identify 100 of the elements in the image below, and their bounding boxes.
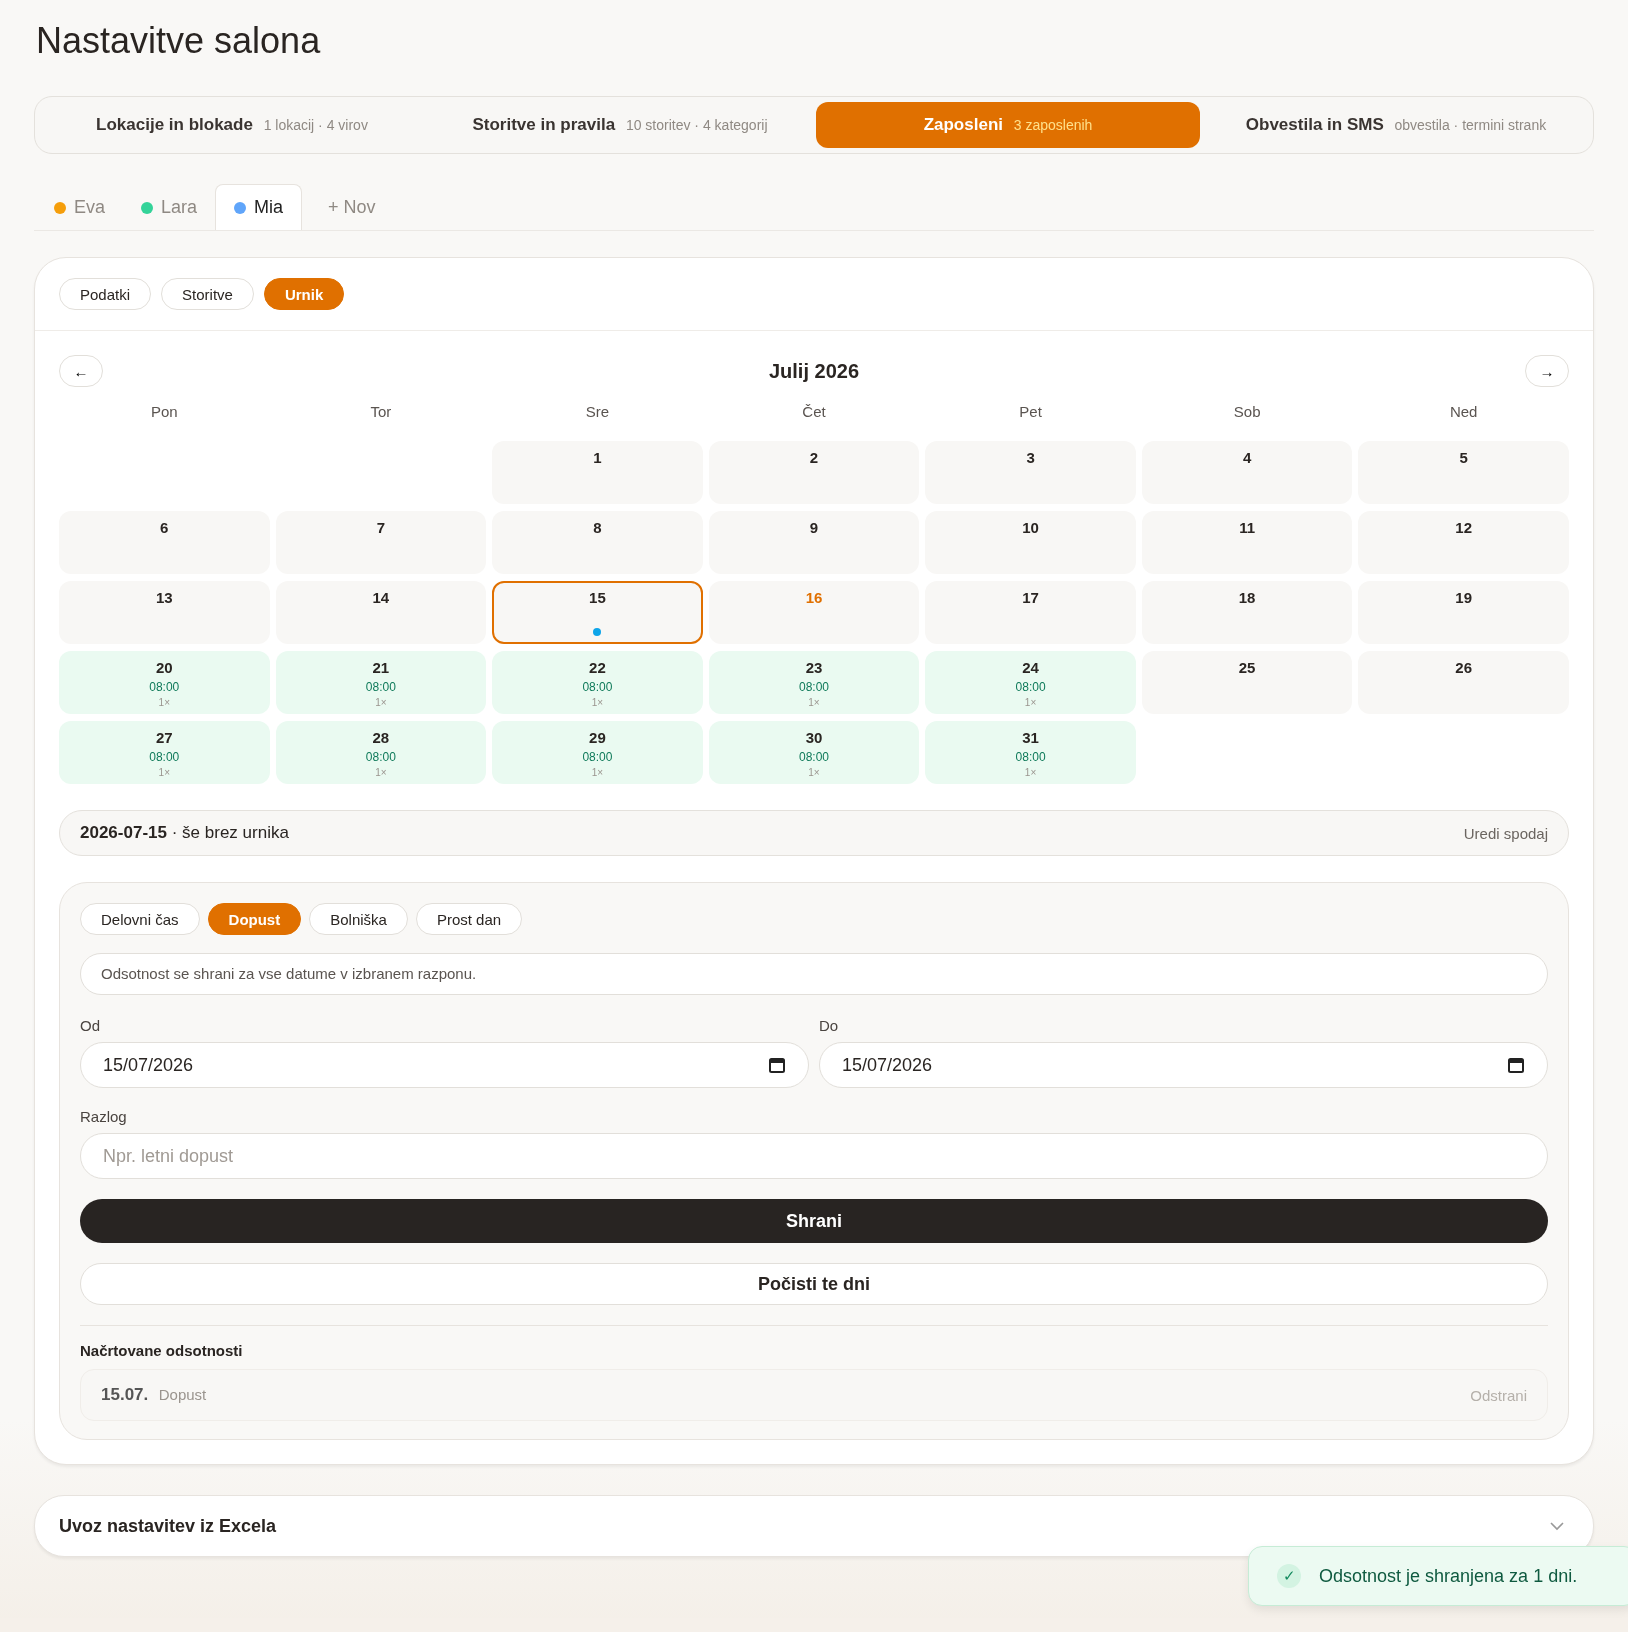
absence-type-tab[interactable]: Prost dan xyxy=(415,903,523,935)
calendar-day[interactable]: 28 08:00 1× xyxy=(275,721,487,784)
calendar-day[interactable]: 21 08:00 1× xyxy=(275,651,487,714)
calendar-day[interactable]: 7 xyxy=(275,511,487,574)
calendar-day[interactable]: 20 08:00 1× xyxy=(59,651,270,714)
absence-type: Dopust xyxy=(158,1386,207,1403)
day-number: 28 xyxy=(372,729,390,746)
calendar-day[interactable]: 6 xyxy=(59,511,270,574)
clear-days-button[interactable]: Počisti te dni xyxy=(80,1263,1548,1305)
calendar-day[interactable]: 31 08:00 1× xyxy=(925,721,1136,784)
reason-field[interactable]: Npr. letni dopust xyxy=(80,1133,1548,1179)
field-label: Razlog xyxy=(80,1108,128,1125)
calendar-day[interactable]: 13 xyxy=(59,581,270,644)
day-number: 2 xyxy=(809,449,819,466)
calendar-day[interactable]: 10 xyxy=(925,511,1136,574)
date-field[interactable]: 15/07/2026 xyxy=(80,1042,809,1088)
calendar-day[interactable]: 29 08:00 1× xyxy=(492,721,703,784)
day-status: · še brez urnika xyxy=(171,823,289,842)
calendar-day[interactable]: 2 xyxy=(708,441,920,504)
shift-time: 08:00 xyxy=(365,680,396,694)
day-number: 20 xyxy=(155,659,173,676)
calendar-day[interactable]: 12 xyxy=(1358,511,1569,574)
day-number: 27 xyxy=(155,729,173,746)
day-number: 25 xyxy=(1238,659,1256,676)
shift-count: 1× xyxy=(1024,697,1037,708)
calendar-day[interactable]: 24 08:00 1× xyxy=(925,651,1136,714)
calendar-day[interactable]: 30 08:00 1× xyxy=(708,721,920,784)
day-number: 11 xyxy=(1239,519,1256,536)
section-tab[interactable]: Lokacije in blokade 1 lokacij · 4 virov xyxy=(40,102,424,148)
previous-month-button[interactable]: ← xyxy=(59,355,103,387)
calendar-day[interactable]: 23 08:00 1× xyxy=(708,651,920,714)
absence-date: 15.07. xyxy=(101,1385,149,1404)
calendar-day[interactable]: 14 xyxy=(275,581,487,644)
shift-time: 08:00 xyxy=(798,750,829,764)
calendar-day[interactable]: 8 xyxy=(492,511,703,574)
absence-type-tab[interactable]: Bolniška xyxy=(309,903,408,935)
date-field[interactable]: 15/07/2026 xyxy=(819,1042,1548,1088)
staff-tab[interactable]: Mia xyxy=(215,184,303,230)
next-month-button[interactable]: → xyxy=(1525,355,1569,387)
shift-count: 1× xyxy=(158,767,170,778)
field-label: Od xyxy=(80,1017,101,1034)
calendar-icon xyxy=(768,1056,786,1074)
section-tab[interactable]: Obvestila in SMS obvestila · termini strank xyxy=(1204,102,1588,148)
calendar-day[interactable]: 9 xyxy=(708,511,920,574)
shift-count: 1× xyxy=(591,697,604,708)
shift-count: 1× xyxy=(375,767,387,778)
field-label: Do xyxy=(819,1017,840,1034)
page-title: Nastavitve salona xyxy=(36,20,322,62)
import-panel[interactable]: Uvoz nastavitev iz Excela xyxy=(34,1495,1594,1557)
calendar-day[interactable]: 25 xyxy=(1141,651,1353,714)
weekday-label: Pet xyxy=(1018,403,1043,422)
day-number: 14 xyxy=(372,589,390,606)
day-number: 13 xyxy=(155,589,173,606)
day-number: 6 xyxy=(160,519,169,536)
calendar-day[interactable]: 4 xyxy=(1141,441,1353,504)
calendar-day[interactable]: 3 xyxy=(925,441,1136,504)
day-number: 3 xyxy=(1026,449,1035,466)
calendar-day[interactable]: 26 xyxy=(1358,651,1569,714)
shift-time: 08:00 xyxy=(365,750,396,764)
panel-title: Uvoz nastavitev iz Excela xyxy=(59,1515,277,1537)
shift-time: 08:00 xyxy=(798,680,829,694)
absence-type-tab[interactable]: Delovni čas xyxy=(80,903,200,935)
day-number: 23 xyxy=(805,659,823,676)
sub-tab[interactable]: Storitve xyxy=(161,278,254,310)
edit-below-link[interactable]: Uredi spodaj xyxy=(1463,824,1548,842)
shift-count: 1× xyxy=(1024,767,1037,778)
shift-time: 08:00 xyxy=(1015,750,1046,764)
shift-time: 08:00 xyxy=(582,680,613,694)
calendar-day[interactable]: 11 xyxy=(1141,511,1353,574)
month-title: Julij 2026 xyxy=(768,359,860,383)
calendar-day[interactable]: 22 08:00 1× xyxy=(492,651,703,714)
calendar-day[interactable]: 27 08:00 1× xyxy=(59,721,270,784)
calendar-day[interactable]: 17 xyxy=(925,581,1136,644)
calendar-day[interactable]: 19 xyxy=(1358,581,1569,644)
shift-count: 1× xyxy=(375,697,387,708)
shift-time: 08:00 xyxy=(149,750,180,764)
shift-count: 1× xyxy=(808,767,820,778)
day-number: 12 xyxy=(1455,519,1473,536)
calendar-day[interactable]: 5 xyxy=(1358,441,1569,504)
weekday-label: Sre xyxy=(584,403,611,422)
day-number: 18 xyxy=(1238,589,1256,606)
day-number: 10 xyxy=(1022,519,1039,536)
day-number: 31 xyxy=(1022,729,1039,746)
day-number: 30 xyxy=(805,729,823,746)
calendar-day[interactable]: 18 xyxy=(1141,581,1353,644)
day-number: 7 xyxy=(376,519,385,536)
day-number: 5 xyxy=(1459,449,1468,466)
section-tab[interactable]: Storitve in pravila 10 storitev · 4 kategorij xyxy=(428,102,812,148)
chevron-icon xyxy=(1549,1521,1565,1531)
save-button[interactable]: Shrani xyxy=(80,1199,1548,1243)
section-heading: Načrtovane odsotnosti xyxy=(80,1342,244,1359)
calendar-day[interactable]: 15 xyxy=(492,581,703,644)
weekday-label: Ned xyxy=(1448,403,1479,422)
calendar-day[interactable]: 1 xyxy=(492,441,703,504)
day-number: 16 xyxy=(805,589,823,606)
day-number: 26 xyxy=(1455,659,1473,676)
weekday-label: Sob xyxy=(1232,403,1262,422)
day-number: 8 xyxy=(593,519,602,536)
shift-time: 08:00 xyxy=(149,680,180,694)
sub-tab[interactable]: Podatki xyxy=(59,278,152,310)
